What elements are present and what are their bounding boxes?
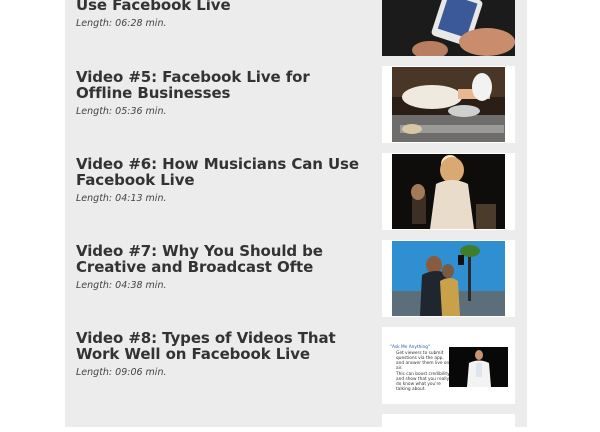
video-thumbnail-musician[interactable] [392,154,505,229]
video-thumbnail-card[interactable] [382,240,515,317]
video-length: Length: 06:28 min. [76,18,167,29]
video-item[interactable]: Video #6: How Musicians Can Use Facebook… [76,156,366,205]
video-item[interactable]: Video #5: Facebook Live for Offline Busi… [76,69,366,118]
video-title-partial [76,420,366,432]
video-thumbnail-card[interactable]: "Ask Me Anything" Get viewers to submit … [382,327,515,404]
video-length: Length: 04:13 min. [76,193,167,204]
video-thumbnail-selfie[interactable] [392,241,505,316]
video-length: Length: 09:06 min. [76,367,167,378]
video-thumbnail-card[interactable] [382,0,515,56]
video-title[interactable]: Video #7: Why You Should be Creative and… [76,243,366,275]
video-title[interactable]: Video #5: Facebook Live for Offline Busi… [76,69,366,101]
video-thumbnail-card[interactable] [382,66,515,143]
slide-heading: "Ask Me Anything" [390,345,430,350]
video-thumbnail-card[interactable] [382,153,515,230]
video-thumbnail-phone[interactable] [382,0,515,56]
video-item[interactable]: Video #8: Types of Videos That Work Well… [76,330,366,379]
video-length: Length: 05:36 min. [76,106,167,117]
video-thumbnail-presenter[interactable] [449,347,508,387]
slide-bullet: Get viewers to submit questions via the … [396,351,450,371]
slide-text: "Ask Me Anything" Get viewers to submit … [390,345,452,392]
video-item[interactable]: Video #7: Why You Should be Creative and… [76,243,366,292]
video-title[interactable]: Use Facebook Live [76,0,366,13]
video-length: Length: 04:38 min. [76,280,167,291]
video-title[interactable]: Video #8: Types of Videos That Work Well… [76,330,366,362]
video-item-partial[interactable] [76,420,366,432]
slide-bullet: This can boost credibility and show that… [396,372,450,392]
video-title[interactable]: Video #6: How Musicians Can Use Facebook… [76,156,366,188]
video-thumbnail-card-partial[interactable] [382,414,515,427]
video-item[interactable]: Use Facebook Live Length: 06:28 min. [76,0,366,30]
video-thumbnail-chef[interactable] [392,67,505,142]
